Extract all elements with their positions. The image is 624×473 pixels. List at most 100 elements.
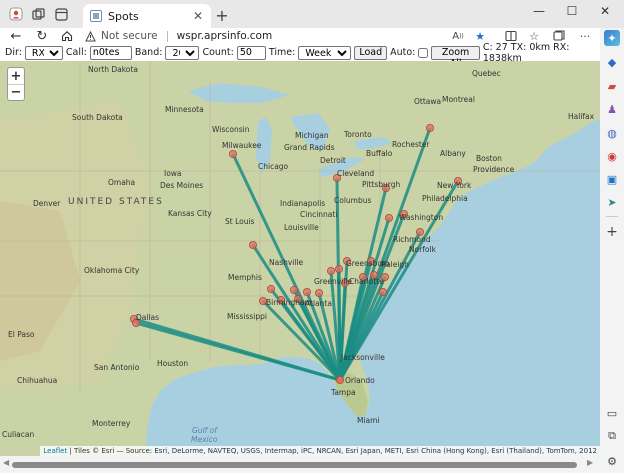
shopping-icon[interactable]: ▰ <box>604 78 620 94</box>
home-icon[interactable] <box>59 28 75 44</box>
label-halifax: Halifax <box>568 112 595 121</box>
read-aloud-icon[interactable]: A)) <box>450 28 466 44</box>
label-philadelphia: Philadelphia <box>422 194 468 203</box>
url-field[interactable]: Not secure wspr.aprsinfo.com <box>84 28 494 44</box>
spot-marker[interactable] <box>266 284 275 293</box>
scroll-right-icon[interactable]: ▶ <box>587 458 593 467</box>
call-input[interactable] <box>89 45 132 60</box>
new-tab-button[interactable]: + <box>214 6 230 25</box>
maximize-icon[interactable]: ☐ <box>561 4 583 18</box>
screenshot-icon[interactable]: ⧉ <box>604 428 620 444</box>
label-omaha: Omaha <box>108 178 136 187</box>
tab-spots[interactable]: Spots ✕ <box>83 4 211 28</box>
band-select[interactable]: 20m <box>165 45 200 60</box>
label-michigan: Michigan <box>295 131 329 140</box>
tools-icon[interactable]: ♟ <box>604 101 620 117</box>
label-gulf-of: Gulf of <box>192 426 217 435</box>
map-view[interactable]: North Dakota Minnesota Quebec Ottawa Mon… <box>0 61 600 456</box>
send-icon[interactable]: ➤ <box>604 194 620 210</box>
label-mexico: Mexico <box>191 435 218 444</box>
url-separator <box>166 30 168 42</box>
spot-marker[interactable] <box>378 287 387 296</box>
label-miami: Miami <box>357 416 380 425</box>
edge-sidebar: ✦ ◆ ▰ ♟ ◍ ◉ ▣ ➤ + ▭ ⧉ ⚙ <box>600 28 624 473</box>
close-tab-icon[interactable]: ✕ <box>193 9 203 23</box>
label-detroit: Detroit <box>320 156 346 165</box>
label-culiacan: Culiacan <box>2 430 35 439</box>
profile-icon[interactable] <box>8 6 24 22</box>
spot-marker[interactable] <box>326 266 335 275</box>
label-birmingham: Birmingham <box>266 298 312 307</box>
label-iowa: Iowa <box>164 169 182 178</box>
label-st-louis: St Louis <box>225 217 255 226</box>
label-cincinnati: Cincinnati <box>300 210 338 219</box>
outlook-icon[interactable]: ▣ <box>604 171 620 187</box>
search-icon[interactable]: ◆ <box>604 54 620 70</box>
label-new-york: New York <box>437 181 472 190</box>
label-memphis: Memphis <box>228 273 262 282</box>
zoom-out-button[interactable]: − <box>8 84 24 100</box>
label-mississippi: Mississippi <box>227 312 267 321</box>
receiver-marker[interactable] <box>335 375 344 384</box>
microsoft-365-icon[interactable]: ◉ <box>604 148 620 164</box>
time-select[interactable]: Week <box>298 45 352 60</box>
call-label: Call: <box>65 47 87 58</box>
auto-checkbox[interactable] <box>418 47 429 58</box>
label-rochester: Rochester <box>392 140 430 149</box>
label-des-moines: Des Moines <box>160 181 204 190</box>
workspaces-icon[interactable] <box>30 6 46 22</box>
map-attribution: Leaflet | Tiles © Esri — Source: Esri, D… <box>40 446 600 456</box>
tab-actions-icon[interactable] <box>53 6 69 22</box>
label-houston: Houston <box>157 359 189 368</box>
spot-marker[interactable] <box>228 150 237 159</box>
count-input[interactable] <box>236 45 266 60</box>
label-columbus: Columbus <box>334 196 372 205</box>
minimize-icon[interactable]: — <box>528 4 550 18</box>
label-monterrey: Monterrey <box>92 419 131 428</box>
add-sidebar-app-icon[interactable]: + <box>604 224 620 240</box>
label-raleigh: Raleigh <box>381 260 409 269</box>
label-toronto: Toronto <box>344 130 372 139</box>
label-montreal: Montreal <box>442 95 475 104</box>
zoom-control: + − <box>7 67 25 101</box>
spot-marker[interactable] <box>334 264 343 273</box>
spot-marker[interactable] <box>302 287 311 296</box>
warning-icon[interactable] <box>84 30 96 42</box>
spot-marker[interactable] <box>384 213 393 222</box>
label-minnesota: Minnesota <box>165 105 204 114</box>
label-providence: Providence <box>473 165 515 174</box>
label-dallas: Dallas <box>136 313 160 322</box>
spot-marker[interactable] <box>289 285 298 294</box>
load-button[interactable]: Load <box>354 45 388 60</box>
copilot-icon[interactable]: ✦ <box>604 30 620 46</box>
wspr-controls: Dir: RX/TX Call: Band: 20m Count: Time: … <box>0 42 600 69</box>
close-window-icon[interactable]: ✕ <box>594 4 616 18</box>
games-icon[interactable]: ◍ <box>604 125 620 141</box>
zoom-all-button[interactable]: Zoom All <box>431 45 480 69</box>
scrollbar-thumb[interactable] <box>12 462 577 468</box>
leaflet-link[interactable]: Leaflet <box>43 447 67 455</box>
label-quebec: Quebec <box>472 69 501 78</box>
spot-marker[interactable] <box>248 240 257 249</box>
horizontal-scrollbar[interactable]: ◀ ▶ <box>0 456 600 473</box>
page-content: Dir: RX/TX Call: Band: 20m Count: Time: … <box>0 42 600 473</box>
page-favicon-icon <box>90 10 102 22</box>
spot-marker[interactable] <box>425 124 434 133</box>
scroll-left-icon[interactable]: ◀ <box>3 458 9 467</box>
label-el-paso: El Paso <box>8 330 35 339</box>
zoom-in-button[interactable]: + <box>8 68 24 84</box>
label-chicago: Chicago <box>258 162 289 171</box>
label-orlando: Orlando <box>345 376 375 385</box>
tab-title: Spots <box>108 9 139 23</box>
label-norfolk: Norfolk <box>409 245 436 254</box>
settings-gear-icon[interactable]: ⚙ <box>604 453 620 469</box>
sidebar-layout-icon[interactable]: ▭ <box>604 405 620 421</box>
label-jacksonville: Jacksonville <box>341 353 385 362</box>
refresh-icon[interactable]: ↻ <box>34 28 50 44</box>
dir-select[interactable]: RX/TX <box>24 45 63 60</box>
label-oklahoma-city: Oklahoma City <box>84 266 140 275</box>
back-icon[interactable]: ← <box>8 28 24 44</box>
label-nashville: Nashville <box>269 258 304 267</box>
band-label: Band: <box>134 47 163 58</box>
spot-marker[interactable] <box>314 288 323 297</box>
